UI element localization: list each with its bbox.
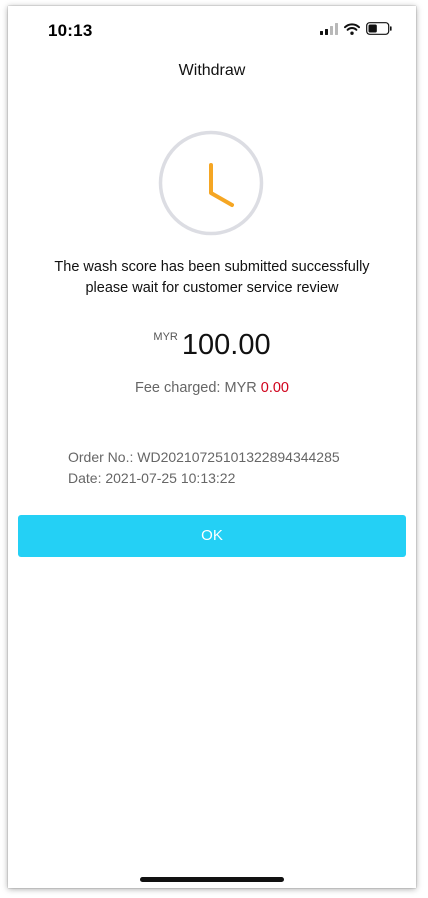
submission-message: The wash score has been submitted succes… (8, 257, 416, 299)
fee-value: 0.00 (260, 380, 289, 396)
clock-icon (158, 130, 264, 236)
battery-icon (366, 22, 392, 40)
order-number-row: Order No.: WD20210725101322894344285 (68, 447, 340, 468)
page-title: Withdraw (178, 62, 246, 79)
order-details: Order No.: WD20210725101322894344285 Dat… (68, 447, 340, 489)
status-icons (320, 22, 392, 40)
amount-value: 100.00 (181, 329, 271, 361)
amount-currency: MYR (153, 331, 178, 343)
signal-icon (320, 22, 338, 40)
order-date-value: 2021-07-25 10:13:22 (105, 470, 236, 486)
wifi-icon (344, 22, 360, 40)
home-indicator (140, 877, 284, 882)
phone-screen: 10:13 Withdraw The wash score has been s… (8, 6, 416, 888)
ok-button[interactable]: OK (18, 515, 406, 557)
order-number-label: Order No.: (68, 449, 138, 465)
fee-charged: Fee charged: MYR 0.00 (8, 380, 416, 396)
order-date-label: Date: (68, 470, 106, 486)
order-number-value: WD20210725101322894344285 (137, 449, 340, 465)
withdraw-amount: MYR 100.00 (8, 329, 416, 362)
message-line-2: please wait for customer service review (85, 280, 339, 296)
message-line-1: The wash score has been submitted succes… (54, 259, 370, 275)
status-time: 10:13 (48, 21, 93, 40)
status-bar: 10:13 (8, 6, 416, 56)
fee-label: Fee charged: MYR (135, 380, 261, 396)
order-date-row: Date: 2021-07-25 10:13:22 (68, 468, 340, 489)
